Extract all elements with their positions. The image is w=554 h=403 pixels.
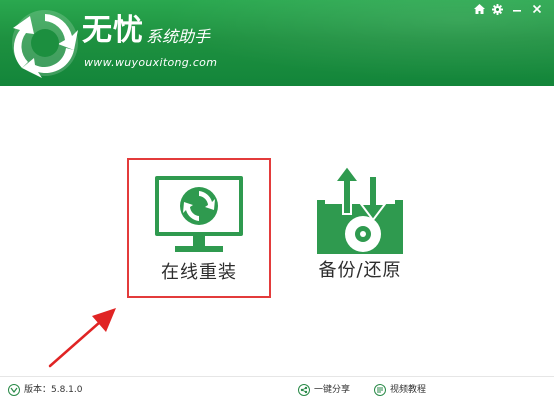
minimize-icon	[513, 10, 521, 12]
app-subtitle: 系统助手	[146, 27, 211, 46]
close-icon	[532, 4, 542, 14]
logo-icon	[12, 10, 78, 78]
share-icon	[298, 384, 310, 396]
video-tutorial-icon	[374, 384, 386, 396]
home-icon	[473, 4, 485, 14]
monitor-refresh-icon	[155, 176, 243, 252]
video-tutorial-label: 视频教程	[390, 385, 427, 395]
online-reinstall-label: 在线重装	[161, 262, 237, 283]
version-icon	[8, 384, 20, 396]
close-button[interactable]	[528, 0, 546, 18]
share-button[interactable]: 一键分享	[298, 383, 350, 397]
app-url: www.wuyouxitong.com	[84, 56, 218, 69]
pointer-arrow	[48, 308, 116, 368]
version-label: 版本：5.8.1.0	[24, 385, 83, 395]
online-reinstall-option[interactable]: 在线重装	[127, 158, 271, 298]
title-bar: 无忧 系统助手 www.wuyouxitong.com	[0, 0, 554, 86]
gear-icon	[491, 3, 503, 15]
backup-restore-label: 备份/还原	[318, 260, 402, 281]
minimize-button[interactable]	[508, 0, 526, 18]
app-title: 无忧	[82, 13, 144, 48]
disk-backup-icon	[317, 164, 403, 254]
settings-button[interactable]	[488, 0, 506, 18]
status-bar: 版本：5.8.1.0 一键分享 视频教程	[0, 376, 554, 403]
share-label: 一键分享	[314, 385, 351, 395]
backup-restore-option[interactable]: 备份/还原	[300, 158, 420, 298]
home-button[interactable]	[470, 0, 488, 18]
main-panel: 在线重装 备份/还原	[0, 86, 554, 376]
version-info: 版本：5.8.1.0	[8, 383, 83, 397]
video-tutorial-button[interactable]: 视频教程	[374, 383, 426, 397]
